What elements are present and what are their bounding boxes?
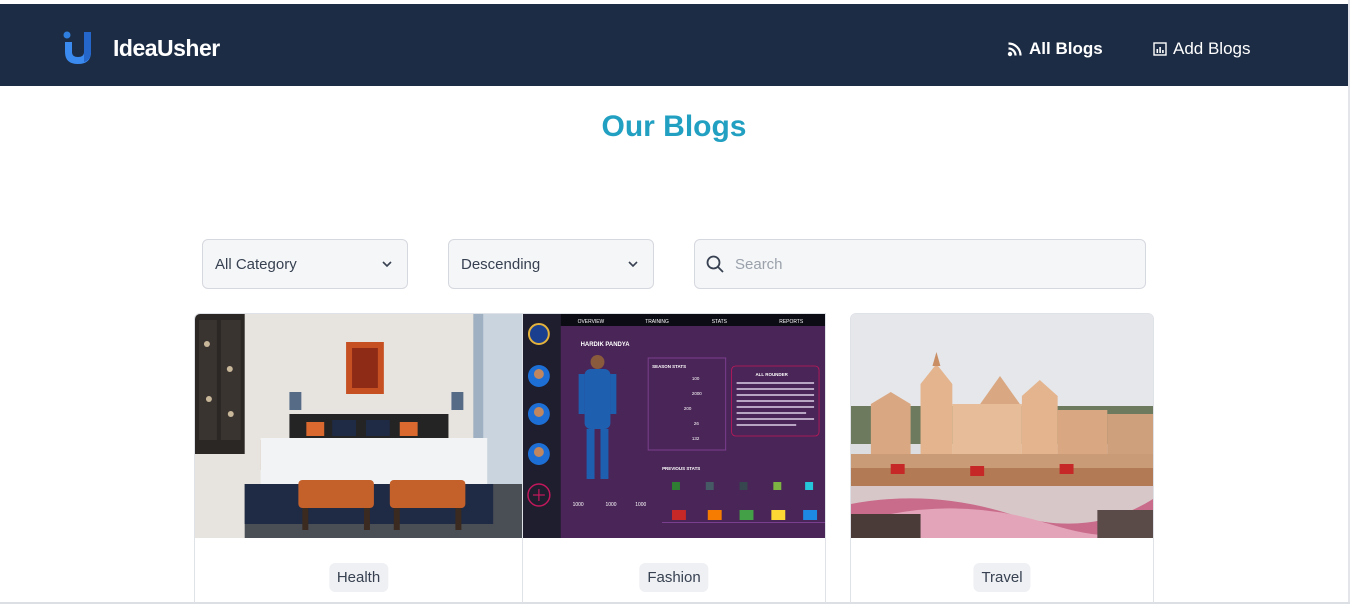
- bottom-value: 1000: [635, 502, 646, 508]
- search-icon: [706, 255, 724, 273]
- category-select[interactable]: All Category: [202, 239, 408, 289]
- chart-add-icon: [1153, 42, 1167, 56]
- stat-value: 26: [694, 421, 699, 426]
- tab-stats: STATS: [712, 319, 728, 325]
- player-name: HARDIK PANDYA: [581, 342, 631, 348]
- tab-overview: OVERVIEW: [578, 319, 605, 325]
- temple-photo: [851, 314, 1153, 538]
- stat-value: 2000: [692, 391, 702, 396]
- category-badge: Travel: [973, 563, 1031, 592]
- category-badge: Fashion: [639, 563, 709, 592]
- tab-reports: REPORTS: [779, 319, 804, 325]
- cricket-player-stats-ui: OVERVIEW TRAINING STATS REPORTS HARDIK P…: [523, 314, 825, 538]
- navbar: IdeaUsher All Blogs Add Blogs: [0, 4, 1348, 86]
- nav-all-blogs-label: All Blogs: [1029, 39, 1103, 58]
- bottom-value: 1000: [573, 502, 584, 508]
- ideausher-logo-icon: [63, 31, 91, 64]
- category-badge: Health: [328, 563, 389, 592]
- nav-all-blogs[interactable]: All Blogs: [1007, 39, 1103, 59]
- search-input[interactable]: [735, 255, 1115, 273]
- page-title: Our Blogs: [601, 110, 747, 143]
- chevron-down-icon: [628, 261, 638, 268]
- chevron-down-icon: [382, 261, 392, 268]
- nav-add-blogs-label: Add Blogs: [1173, 39, 1251, 58]
- sort-order-select[interactable]: Descending: [448, 239, 654, 289]
- sort-order-select-value: Descending: [461, 255, 541, 273]
- search-box[interactable]: [694, 239, 1146, 289]
- stat-value: 100: [692, 376, 700, 381]
- player-role: ALL ROUNDER: [755, 372, 788, 377]
- stat-value: 132: [692, 436, 700, 441]
- tab-training: TRAINING: [645, 319, 669, 325]
- bedroom-photo: [195, 314, 522, 538]
- blog-card[interactable]: OVERVIEW TRAINING STATS REPORTS HARDIK P…: [522, 313, 826, 604]
- season-stats-heading: SEASON STATS: [652, 364, 686, 369]
- category-select-value: All Category: [215, 255, 297, 273]
- brand-logo[interactable]: IdeaUsher: [62, 30, 220, 66]
- brand-name: IdeaUsher: [113, 34, 220, 61]
- nav-add-blogs[interactable]: Add Blogs: [1153, 39, 1251, 59]
- stat-value: 200: [684, 406, 692, 411]
- blog-card[interactable]: Travel: [850, 313, 1154, 604]
- rss-icon: [1007, 42, 1022, 57]
- previous-stats-heading: PREVIOUS STATS: [662, 466, 700, 471]
- blog-card[interactable]: Health: [194, 313, 523, 604]
- bottom-value: 1000: [605, 502, 616, 508]
